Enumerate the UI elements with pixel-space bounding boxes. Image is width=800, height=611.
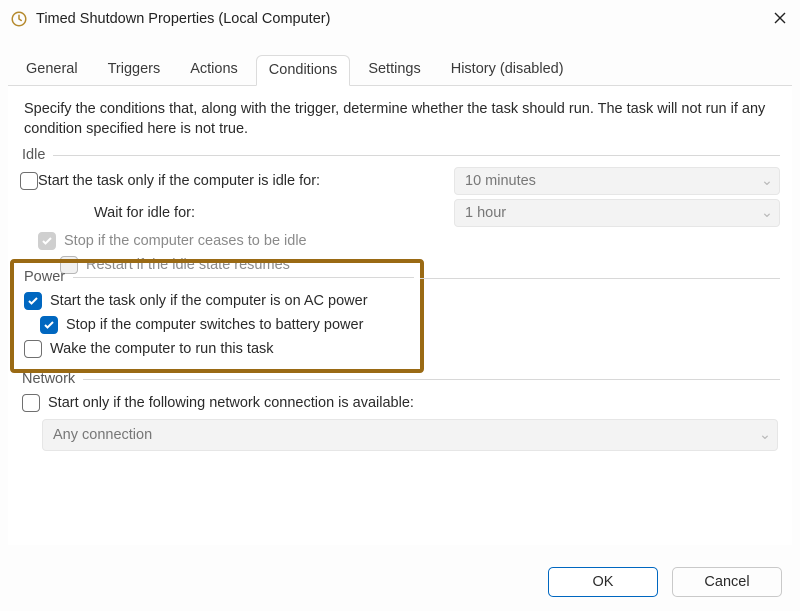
- chevron-down-icon: ⌄: [761, 173, 773, 189]
- divider: [73, 277, 414, 278]
- checkbox-stop-if-not-idle[interactable]: [38, 232, 56, 250]
- idle-section: Idle Start the task only if the computer…: [20, 147, 780, 277]
- tab-actions[interactable]: Actions: [178, 55, 250, 86]
- tab-triggers[interactable]: Triggers: [96, 55, 173, 86]
- close-icon: [774, 12, 786, 24]
- power-section-header: Power: [24, 269, 414, 285]
- label-wait-for-idle: Wait for idle for:: [94, 205, 195, 221]
- conditions-description: Specify the conditions that, along with …: [24, 100, 776, 139]
- network-connection-value: Any connection: [53, 427, 152, 443]
- dialog-footer: OK Cancel: [548, 567, 782, 597]
- label-start-on-ac: Start the task only if the computer is o…: [50, 293, 368, 309]
- label-network-connection: Start only if the following network conn…: [48, 395, 414, 411]
- idle-duration-dropdown[interactable]: 10 minutes ⌄: [454, 167, 780, 195]
- close-button[interactable]: [770, 8, 790, 28]
- tab-settings[interactable]: Settings: [356, 55, 432, 86]
- network-section-title: Network: [22, 371, 75, 387]
- power-section-title: Power: [24, 269, 65, 285]
- network-section-header: Network: [22, 371, 780, 387]
- chevron-down-icon: ⌄: [761, 205, 773, 221]
- divider: [83, 379, 780, 380]
- window-title: Timed Shutdown Properties (Local Compute…: [36, 11, 330, 27]
- checkbox-stop-on-battery[interactable]: [40, 316, 58, 334]
- label-wake-computer: Wake the computer to run this task: [50, 341, 274, 357]
- tab-history[interactable]: History (disabled): [439, 55, 576, 86]
- divider: [420, 278, 780, 279]
- power-highlight: Power Start the task only if the compute…: [10, 259, 424, 373]
- clock-icon: [10, 10, 28, 28]
- cancel-button[interactable]: Cancel: [672, 567, 782, 597]
- tab-conditions[interactable]: Conditions: [256, 55, 351, 86]
- divider: [53, 155, 780, 156]
- label-stop-on-battery: Stop if the computer switches to battery…: [66, 317, 363, 333]
- checkbox-start-only-idle[interactable]: [20, 172, 38, 190]
- wait-duration-dropdown[interactable]: 1 hour ⌄: [454, 199, 780, 227]
- checkbox-network-connection[interactable]: [22, 394, 40, 412]
- checkbox-wake-computer[interactable]: [24, 340, 42, 358]
- checkbox-start-on-ac[interactable]: [24, 292, 42, 310]
- chevron-down-icon: ⌄: [759, 427, 771, 443]
- tab-strip: General Triggers Actions Conditions Sett…: [0, 38, 800, 85]
- label-stop-if-not-idle: Stop if the computer ceases to be idle: [64, 233, 307, 249]
- conditions-panel: Specify the conditions that, along with …: [8, 85, 792, 545]
- ok-button[interactable]: OK: [548, 567, 658, 597]
- idle-section-header: Idle: [22, 147, 780, 163]
- network-section: Network Start only if the following netw…: [20, 371, 780, 451]
- wait-duration-value: 1 hour: [465, 205, 506, 221]
- tab-general[interactable]: General: [14, 55, 90, 86]
- network-connection-dropdown[interactable]: Any connection ⌄: [42, 419, 778, 451]
- label-start-only-idle: Start the task only if the computer is i…: [38, 173, 320, 189]
- idle-section-title: Idle: [22, 147, 45, 163]
- idle-duration-value: 10 minutes: [465, 173, 536, 189]
- titlebar: Timed Shutdown Properties (Local Compute…: [0, 0, 800, 38]
